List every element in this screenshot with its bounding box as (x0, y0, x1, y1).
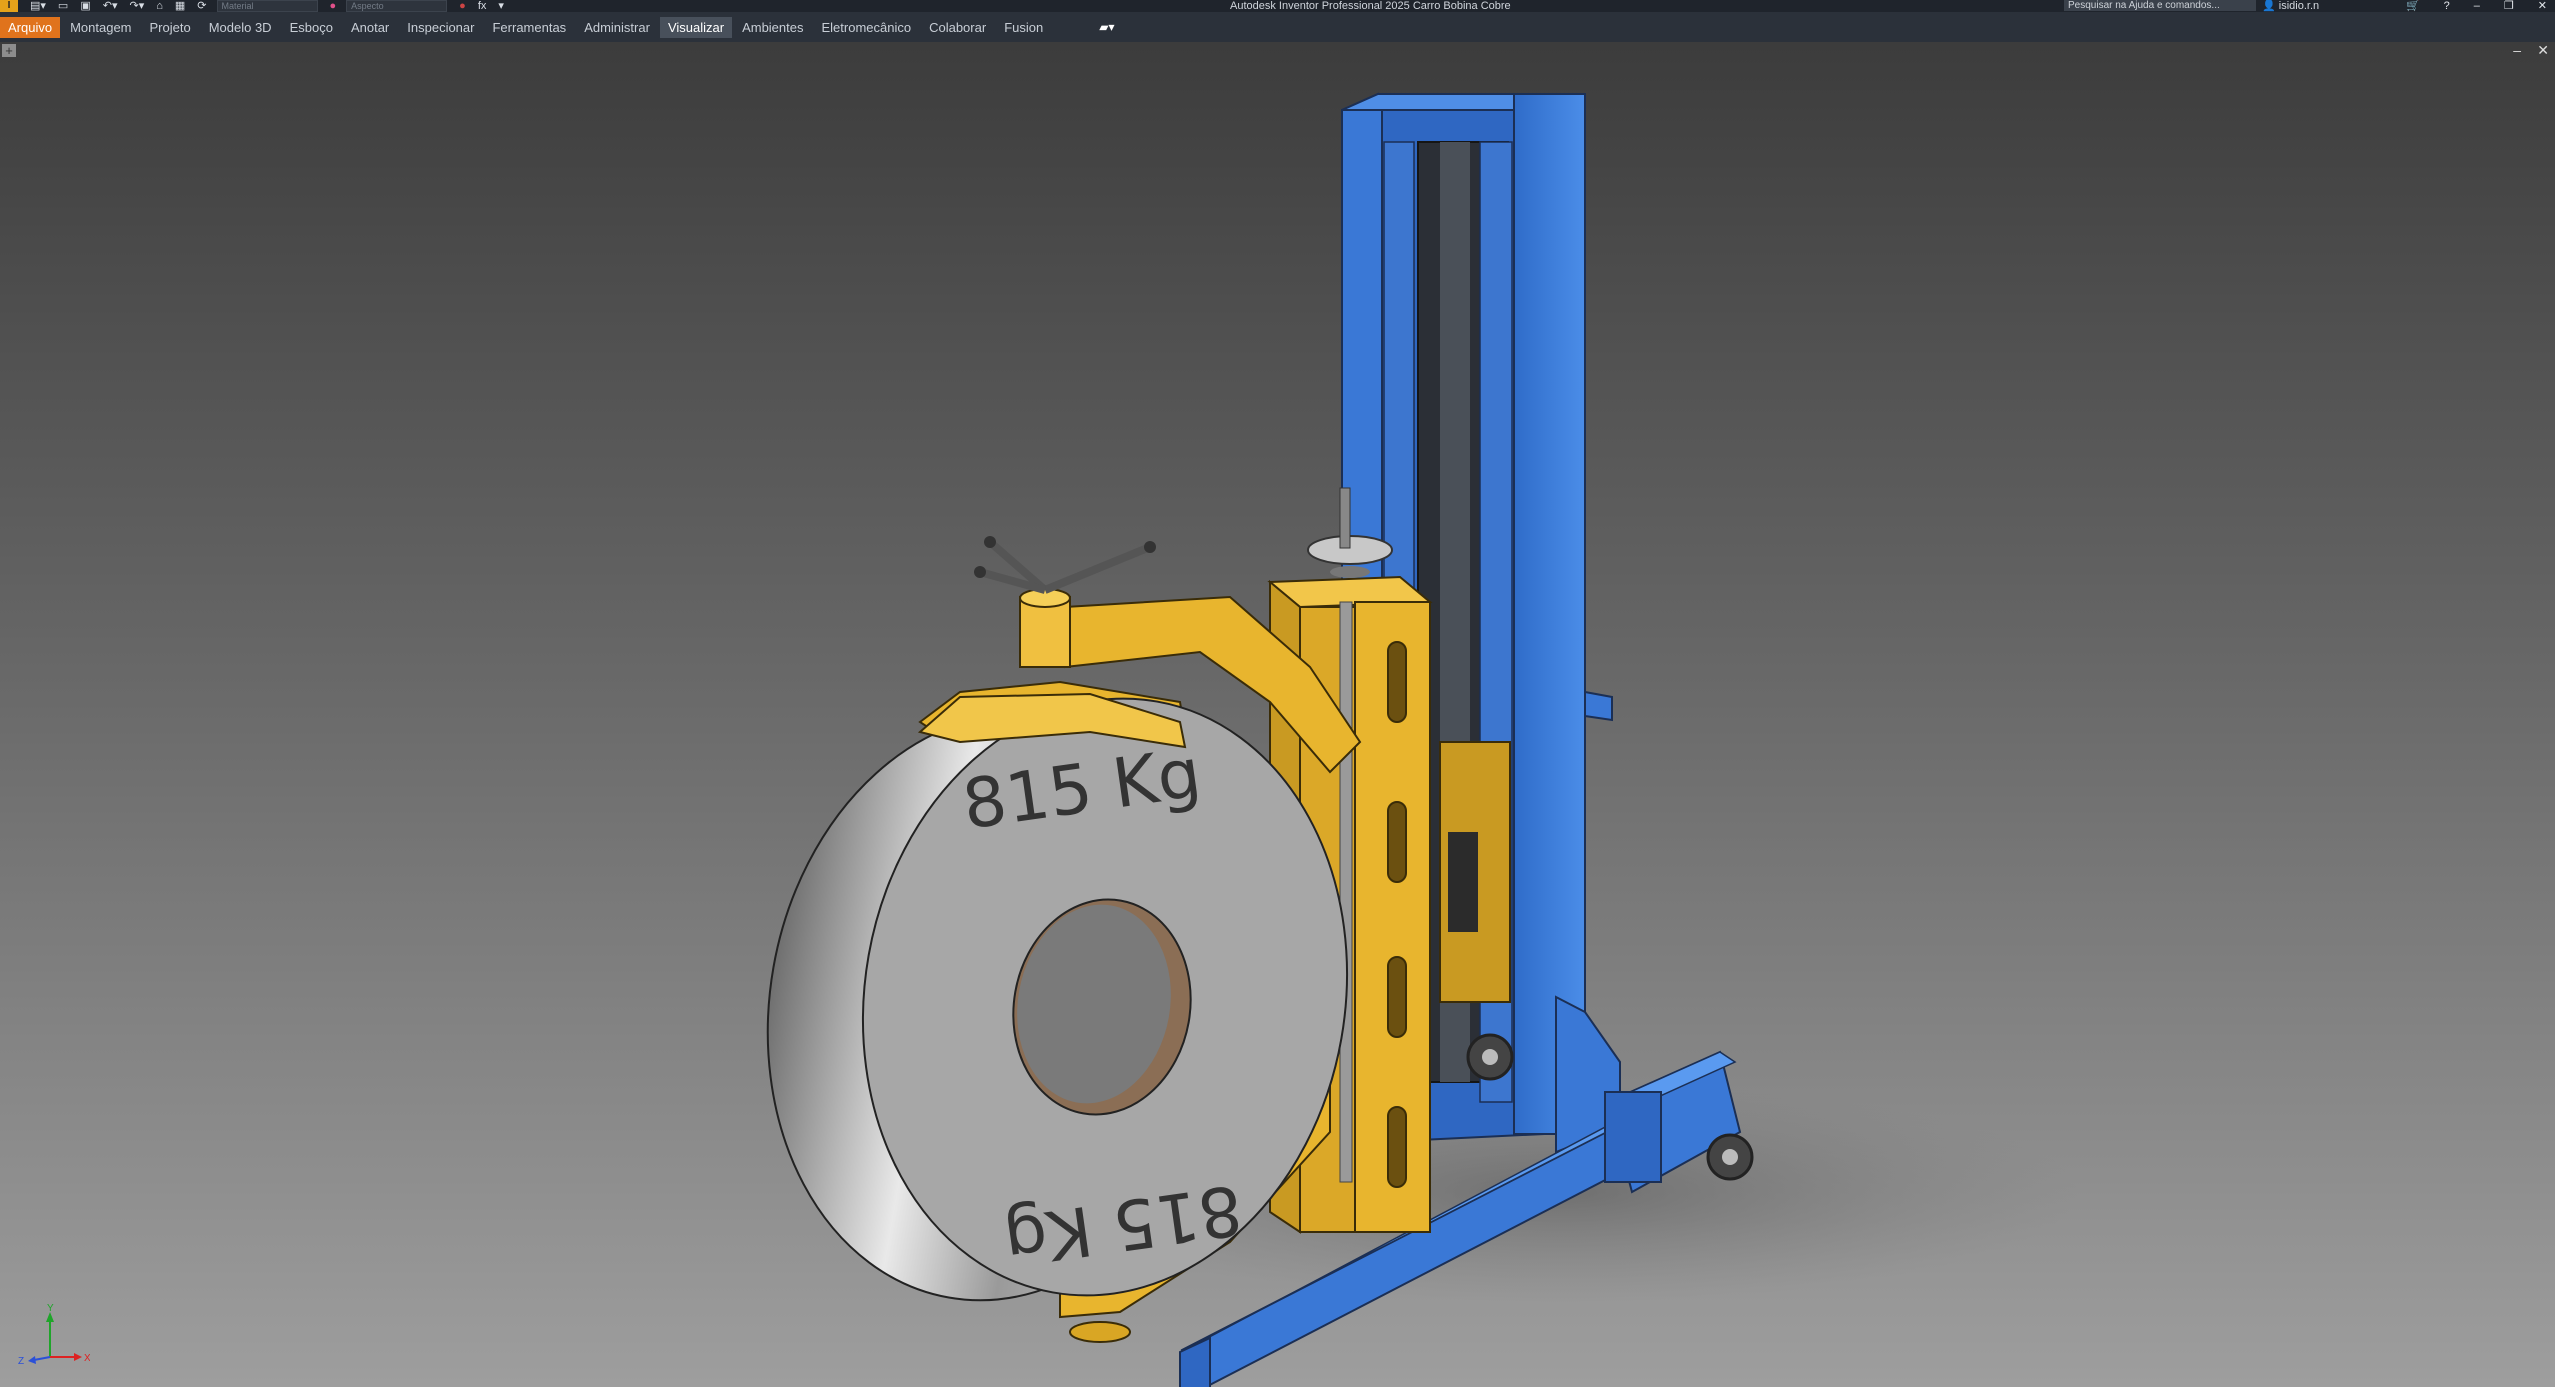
save-icon[interactable]: ▣ (80, 0, 90, 12)
help-icon[interactable]: ? (2444, 0, 2450, 12)
minimize-icon[interactable]: – (2474, 0, 2480, 12)
coordinate-triad[interactable]: X Y Z (10, 1302, 90, 1382)
triad-x-label: X (84, 1353, 90, 1364)
tab-eletromecanico[interactable]: Eletromecânico (813, 17, 919, 38)
tab-projeto[interactable]: Projeto (142, 17, 199, 38)
tab-ambientes[interactable]: Ambientes (734, 17, 811, 38)
tab-anotar[interactable]: Anotar (343, 17, 397, 38)
triad-z-label: Z (18, 1356, 24, 1367)
help-search-input[interactable]: Pesquisar na Ajuda e comandos... (2064, 0, 2256, 11)
update-icon[interactable]: ⟳ (197, 0, 206, 12)
tab-modelo-3d[interactable]: Modelo 3D (201, 17, 280, 38)
title-bar: I ▤▾ ▭ ▣ ↶▾ ↷▾ ⌂ ▦ ⟳ Material ● Aspecto … (0, 0, 2555, 12)
ribbon-tab-bar: Arquivo Montagem Projeto Modelo 3D Esboç… (0, 12, 2555, 42)
clear-appearance-icon[interactable]: ● (459, 0, 466, 12)
fx-icon[interactable]: fx (478, 0, 487, 12)
assembly-model: 815 Kg 815 Kg (766, 92, 2080, 1387)
appearance-icon[interactable]: ● (330, 0, 337, 12)
tab-fusion[interactable]: Fusion (996, 17, 1051, 38)
restore-icon[interactable]: ❐ (2504, 0, 2514, 12)
tab-arquivo[interactable]: Arquivo (0, 16, 61, 38)
home-icon[interactable]: ⌂ (156, 0, 163, 12)
new-document-tab-icon[interactable]: + (2, 44, 16, 57)
tab-visualizar[interactable]: Visualizar (659, 16, 733, 38)
window-title: Autodesk Inventor Professional 2025 Carr… (1230, 0, 1511, 12)
tab-esboco[interactable]: Esboço (282, 17, 341, 38)
tab-administrar[interactable]: Administrar (576, 17, 658, 38)
appearance-dropdown[interactable]: Aspecto (346, 0, 448, 12)
new-file-icon[interactable]: ▤▾ (30, 0, 46, 12)
document-minimize-icon[interactable]: – (2513, 42, 2521, 58)
tab-inspecionar[interactable]: Inspecionar (399, 17, 482, 38)
document-close-icon[interactable]: ✕ (2537, 42, 2549, 59)
inventor-logo[interactable]: I (0, 0, 18, 12)
graphics-viewport[interactable]: 815 Kg 815 Kg X Y Z (0, 42, 2555, 1387)
ribbon-display-toggle-icon[interactable]: ▰▾ (1099, 20, 1114, 34)
redo-icon[interactable]: ↷▾ (129, 0, 144, 12)
user-account[interactable]: 👤 isidio.r.n (2262, 0, 2319, 12)
open-icon[interactable]: ▭ (58, 0, 68, 12)
tab-montagem[interactable]: Montagem (62, 17, 139, 38)
window-controls: 🛒 ? – ❐ ✕ (2406, 0, 2555, 12)
undo-icon[interactable]: ↶▾ (103, 0, 118, 12)
close-icon[interactable]: ✕ (2538, 0, 2547, 12)
material-dropdown[interactable]: Material (216, 0, 318, 12)
customize-qa-icon[interactable]: ▾ (498, 0, 504, 12)
cart-icon[interactable]: 🛒 (2406, 0, 2420, 12)
user-name-label: isidio.r.n (2278, 0, 2320, 12)
print-icon[interactable]: ▦ (175, 0, 185, 12)
triad-y-label: Y (47, 1303, 54, 1314)
document-tab-strip: + – ✕ (0, 42, 2555, 60)
tab-ferramentas[interactable]: Ferramentas (484, 17, 574, 38)
tab-colaborar[interactable]: Colaborar (921, 17, 994, 38)
